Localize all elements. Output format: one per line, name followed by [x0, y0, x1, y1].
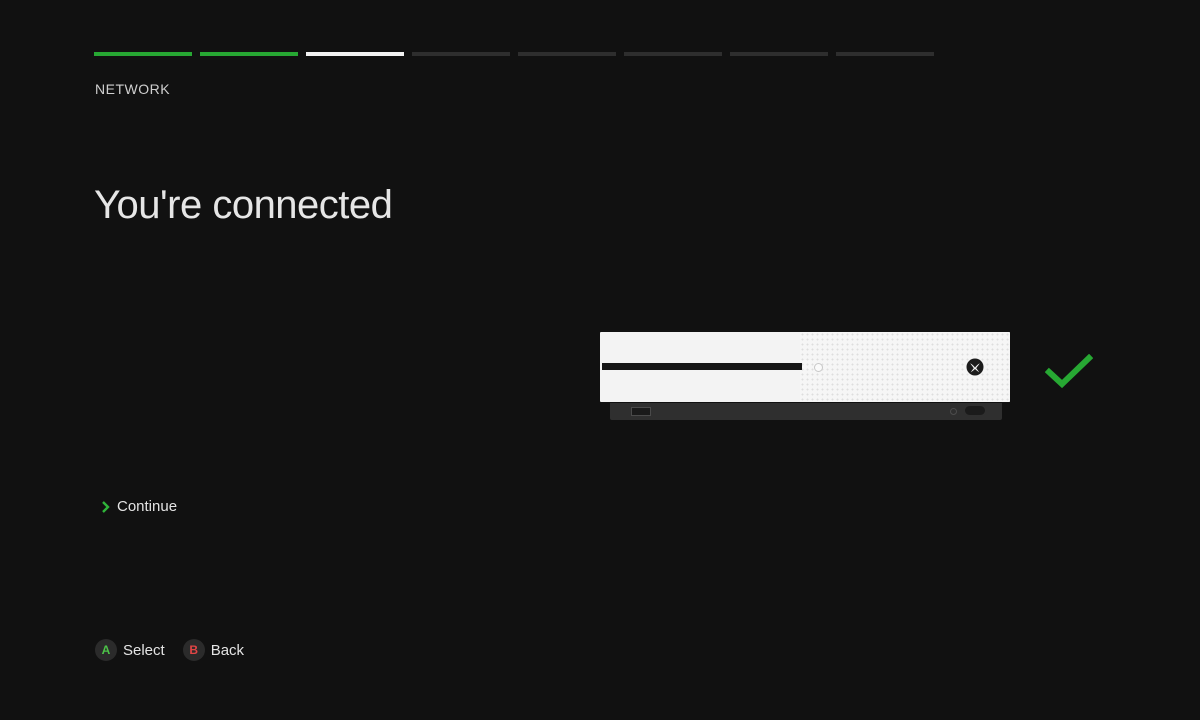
progress-step-8: [836, 52, 934, 56]
continue-option[interactable]: Continue: [100, 498, 177, 515]
progress-step-4: [412, 52, 510, 56]
progress-step-5: [518, 52, 616, 56]
controller-hints: A Select B Back: [95, 639, 244, 661]
xbox-logo-icon: [966, 358, 984, 376]
console-illustration: [600, 332, 1010, 424]
chevron-right-icon: [102, 500, 110, 513]
a-button-icon: A: [95, 639, 117, 661]
progress-step-3: [306, 52, 404, 56]
disc-slot: [602, 363, 802, 370]
setup-screen: NETWORK You're connected Continue A Sele…: [0, 0, 1200, 720]
select-hint[interactable]: A Select: [95, 639, 165, 661]
progress-step-2: [200, 52, 298, 56]
eject-button-icon: [814, 363, 823, 372]
console-base: [610, 403, 1002, 420]
back-hint[interactable]: B Back: [182, 639, 245, 661]
b-button-icon: B: [182, 639, 205, 661]
ir-window: [965, 406, 985, 415]
page-title: You're connected: [94, 183, 393, 227]
select-hint-label: Select: [123, 641, 165, 659]
pair-button-icon: [950, 408, 957, 415]
usb-port: [631, 407, 651, 416]
checkmark-icon: [1045, 354, 1093, 389]
continue-label: Continue: [117, 498, 178, 515]
back-hint-label: Back: [210, 641, 245, 659]
progress-step-1: [94, 52, 192, 56]
section-label: NETWORK: [95, 81, 171, 97]
progress-step-6: [624, 52, 722, 56]
progress-step-7: [730, 52, 828, 56]
setup-progress-bar: [94, 52, 934, 56]
console-body: [600, 332, 1010, 402]
